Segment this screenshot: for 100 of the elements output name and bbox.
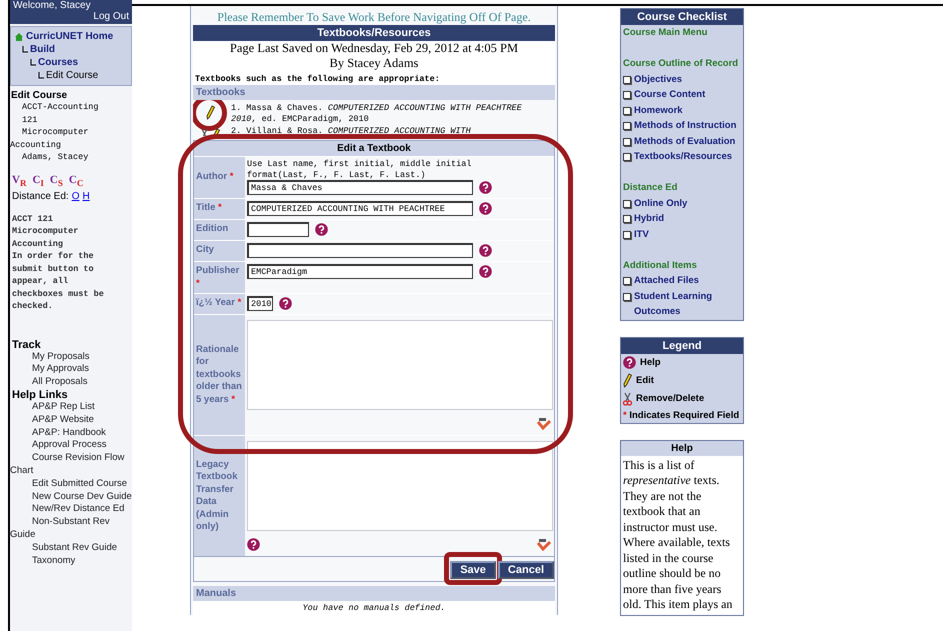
sidebar-link[interactable]: All Proposals: [10, 376, 132, 390]
logout-link[interactable]: Log Out: [93, 11, 129, 22]
form-button[interactable]: Cancel: [498, 561, 554, 579]
field-label: Legacy Textbook Transfer Data (Admin only): [196, 458, 239, 534]
text-field[interactable]: Massa & Chaves: [247, 180, 473, 195]
checklist-link[interactable]: Textbooks/Resources: [634, 149, 732, 164]
checkbox[interactable]: [623, 230, 631, 238]
scissors-icon: [623, 392, 632, 406]
textbook-entry: 1. Massa & Chaves. COMPUTERIZED ACCOUNTING WITH PEACHTREE 2010, ed. EMCParadigm, 2010: [231, 103, 523, 125]
checklist-link[interactable]: Hybrid: [634, 211, 664, 226]
notice-line: appear, all: [12, 275, 70, 288]
sidebar-link[interactable]: New/Rev Distance Ed: [10, 503, 132, 516]
checklist-link[interactable]: Homework: [634, 102, 683, 118]
text-field[interactable]: [247, 222, 309, 237]
help-icon[interactable]: [479, 244, 492, 257]
sidebar-link[interactable]: My Approvals: [10, 363, 132, 376]
pencil-icon[interactable]: [206, 105, 214, 120]
panel-header: Legend: [621, 338, 743, 354]
checklist-link[interactable]: Online Only: [634, 196, 688, 211]
breadcrumb-link[interactable]: Courses: [38, 56, 78, 69]
help-icon[interactable]: [315, 223, 328, 236]
legend-text: Remove/Delete: [636, 393, 704, 404]
checkbox[interactable]: [623, 106, 631, 114]
course-info-line: 121: [21, 114, 38, 126]
checkbox[interactable]: [623, 292, 631, 300]
notice-line: Microcomputer: [12, 225, 80, 238]
section-header: Manuals: [193, 586, 555, 601]
form-button[interactable]: Save: [450, 561, 496, 579]
sidebar-link[interactable]: Taxonomy: [10, 554, 132, 568]
breadcrumb-link[interactable]: CurricUNET Home: [26, 30, 114, 43]
sidebar-link[interactable]: New Course Dev Guide: [10, 490, 132, 504]
help-icon[interactable]: [247, 538, 260, 551]
checkbox[interactable]: [623, 200, 631, 208]
sidebar-link[interactable]: AP&P Website: [10, 414, 132, 427]
highlight-circle: [193, 100, 227, 131]
sidebar-link[interactable]: Substant Rev Guide: [10, 542, 132, 555]
last-saved-text: Page Last Saved on Wednesday, Feb 29, 2012 at 4:05 PM: [228, 41, 520, 56]
status-badge[interactable]: C$_{S}$: [50, 174, 63, 188]
spellcheck-icon[interactable]: [537, 539, 551, 551]
notice-line: ACCT 121: [12, 212, 54, 226]
checkbox[interactable]: [623, 277, 631, 285]
help-icon[interactable]: [279, 297, 292, 310]
checklist-link[interactable]: Student Learning Outcomes: [634, 288, 741, 320]
status-badge[interactable]: C$_{C}$: [68, 174, 84, 188]
distance-ed-link[interactable]: H: [82, 190, 90, 202]
help-icon[interactable]: [623, 356, 636, 368]
checkbox[interactable]: [623, 91, 631, 99]
sidebar-link[interactable]: Course Revision Flow Chart: [10, 452, 132, 478]
breadcrumb-link[interactable]: Build: [30, 43, 55, 56]
sidebar-link[interactable]: Non-Substant Rev Guide: [10, 516, 132, 542]
field-label: ï¿½ Year *: [196, 297, 242, 310]
legend-text: Help: [640, 356, 661, 368]
field-hint: Use Last name, first initial, middle initial format(Last, F., F. Last, F. Last.): [247, 159, 472, 180]
notice-line: checkboxes must be: [12, 288, 105, 300]
checkbox[interactable]: [623, 76, 631, 84]
help-icon[interactable]: [479, 202, 492, 215]
status-badge[interactable]: V$_{R}$: [12, 174, 26, 188]
checklist-link[interactable]: Course Content: [634, 87, 706, 102]
field-label: Publisher *: [196, 265, 240, 290]
course-info-line: Adams, Stacey: [21, 151, 90, 164]
text-field[interactable]: COMPUTERIZED ACCOUNTING WITH PEACHTREE: [247, 201, 473, 216]
checklist-link[interactable]: Methods of Evaluation: [634, 134, 736, 149]
legend-text: Edit: [636, 374, 654, 386]
help-icon[interactable]: [479, 265, 492, 278]
sidebar-link[interactable]: AP&P: Handbook: [10, 426, 132, 440]
checklist-link[interactable]: Methods of Instruction: [634, 118, 736, 134]
help-text: This is a list of representative texts. They are not the textbook that an instructor must use. Where available, texts listed in the course outline should be no more than five years old. This item plays an: [622, 456, 734, 613]
home-icon: [14, 32, 24, 42]
text-field[interactable]: [247, 243, 473, 258]
status-badge[interactable]: C$_{I}$: [32, 174, 44, 188]
checklist-link[interactable]: Objectives: [634, 72, 682, 87]
checkbox[interactable]: [623, 215, 631, 223]
checkbox[interactable]: [623, 122, 631, 130]
section-header: Textbooks: [193, 85, 555, 100]
checklist-link[interactable]: Course Main Menu: [621, 25, 743, 40]
text-field[interactable]: EMCParadigm: [247, 264, 473, 279]
sidebar-link[interactable]: My Proposals: [10, 350, 132, 364]
checklist-heading: Distance Ed: [622, 181, 678, 195]
text-area[interactable]: [247, 441, 553, 531]
course-info-line: ACCT-Accounting: [21, 101, 100, 114]
spellcheck-icon[interactable]: [537, 418, 551, 430]
field-label: City: [196, 244, 214, 256]
section-heading: Track: [11, 338, 42, 351]
welcome-text: Welcome, Stacey: [13, 0, 92, 11]
textbook-entry: 2. Villani & Rosa. COMPUTERIZED ACCOUNTING WITH: [231, 126, 472, 136]
text-field[interactable]: 2010: [247, 296, 273, 311]
sidebar-link[interactable]: AP&P Rep List: [10, 401, 132, 414]
legend-text: * Indicates Required Field: [623, 410, 740, 420]
checkbox[interactable]: [623, 153, 631, 161]
field-label: Rationale for textbooks older than 5 years *: [196, 344, 243, 406]
save-reminder: Please Remember To Save Work Before Navigating Off Of Page.: [216, 9, 532, 25]
help-icon[interactable]: [479, 181, 492, 194]
distance-ed-label: Distance Ed:: [12, 190, 69, 202]
checkbox[interactable]: [623, 138, 631, 146]
distance-ed-link[interactable]: O: [72, 190, 80, 202]
checklist-link[interactable]: ITV: [634, 226, 649, 242]
sidebar-link[interactable]: Edit Submitted Course: [10, 478, 132, 491]
empty-message: You have no manuals defined.: [193, 601, 555, 615]
checklist-link[interactable]: Attached Files: [634, 273, 699, 288]
sidebar-link[interactable]: Approval Process: [10, 439, 132, 452]
